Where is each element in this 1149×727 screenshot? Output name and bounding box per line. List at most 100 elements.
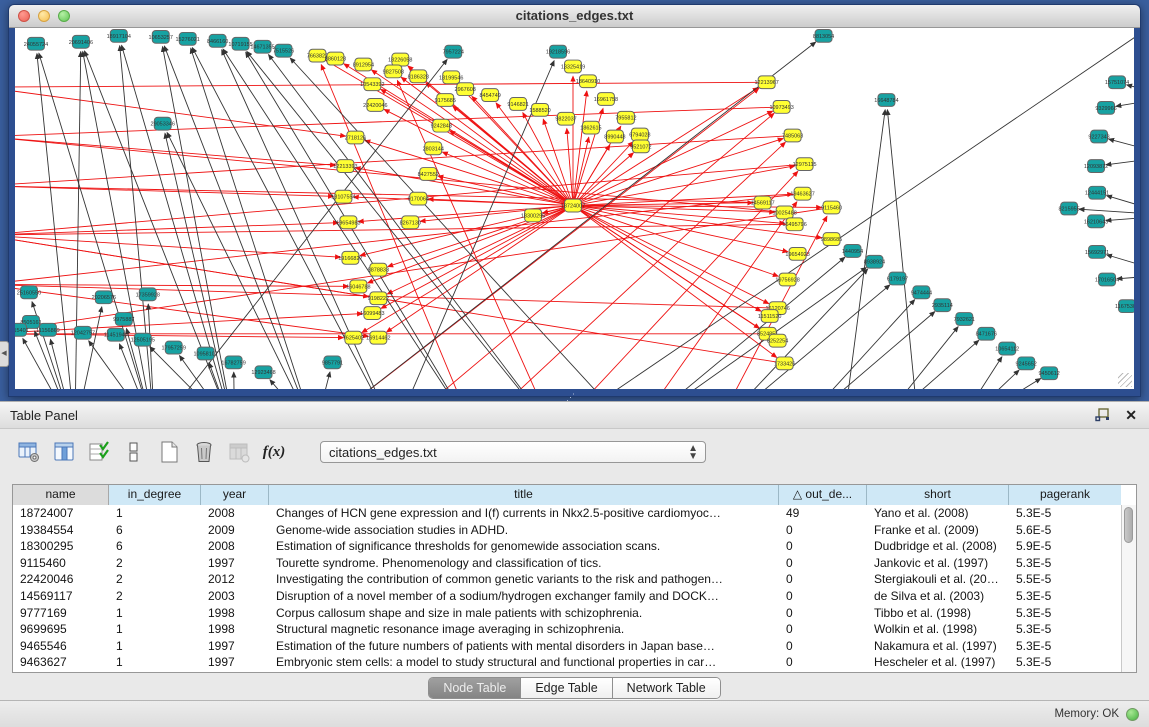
table-cell[interactable]: 1 — [109, 654, 201, 671]
table-row[interactable]: 946554611997Estimation of the future num… — [13, 638, 1121, 655]
delete-table-icon[interactable] — [191, 439, 217, 465]
table-cell[interactable]: 5.6E-5 — [1009, 522, 1121, 539]
graph-node[interactable]: 1733426 — [774, 357, 795, 370]
table-cell[interactable]: 1 — [109, 638, 201, 655]
table-cell[interactable]: 18724007 — [13, 505, 109, 522]
float-panel-icon[interactable] — [1095, 408, 1110, 422]
network-graph[interactable]: 2405572420691406189171041065325715276021… — [15, 28, 1134, 389]
table-cell[interactable]: 9777169 — [13, 605, 109, 622]
tab-edge-table[interactable]: Edge Table — [521, 678, 612, 698]
network-view-window[interactable]: citations_edges.txt 24055724206914061891… — [8, 4, 1141, 397]
graph-node[interactable]: 16046788 — [346, 280, 370, 293]
graph-node[interactable]: 8186328 — [408, 70, 429, 83]
table-cell[interactable]: 2008 — [201, 538, 269, 555]
window-titlebar[interactable]: citations_edges.txt — [9, 5, 1140, 28]
graph-node[interactable]: 18199546 — [439, 71, 463, 84]
panel-collapse-arrow[interactable]: ◀ — [0, 341, 9, 367]
graph-node[interactable]: 20206576 — [92, 291, 116, 304]
network-canvas[interactable]: 2405572420691406189171041065325715276021… — [15, 28, 1134, 389]
new-file-icon[interactable] — [156, 439, 182, 465]
graph-node[interactable]: 15276021 — [176, 32, 200, 45]
graph-node[interactable]: 29053346 — [151, 117, 175, 130]
graph-node[interactable]: 24055724 — [24, 37, 48, 50]
graph-node[interactable]: 17359928 — [136, 288, 160, 301]
table-cell[interactable]: 0 — [779, 571, 867, 588]
table-cell[interactable]: 0 — [779, 654, 867, 671]
column-header-title[interactable]: title — [269, 485, 779, 505]
graph-node[interactable]: 11511520 — [758, 310, 782, 323]
graph-node[interactable]: 8466160 — [207, 34, 228, 47]
table-cell[interactable]: 0 — [779, 538, 867, 555]
graph-node[interactable]: 9175685 — [435, 94, 456, 107]
table-cell[interactable]: Corpus callosum shape and size in male p… — [269, 605, 779, 622]
table-cell[interactable]: 19384554 — [13, 522, 109, 539]
select-rows-icon[interactable] — [86, 439, 112, 465]
graph-node[interactable]: 8471676 — [976, 327, 997, 340]
graph-node[interactable]: 2935114 — [932, 299, 953, 312]
graph-node[interactable]: 18226058 — [388, 53, 412, 66]
table-cell[interactable]: 0 — [779, 555, 867, 572]
table-cell[interactable]: Tibbo et al. (1998) — [867, 605, 1009, 622]
graph-node[interactable]: 10543392 — [360, 78, 384, 91]
table-cell[interactable]: 9115460 — [13, 555, 109, 572]
graph-node[interactable]: 14569117 — [751, 196, 775, 209]
column-header-out_de[interactable]: △ out_de... — [779, 485, 867, 505]
table-cell[interactable]: Hescheler et al. (1997) — [867, 654, 1009, 671]
table-cell[interactable]: 2012 — [201, 571, 269, 588]
graph-node[interactable]: 7932621 — [954, 313, 975, 326]
graph-node[interactable]: 9521072 — [630, 140, 651, 153]
table-selector-dropdown[interactable]: citations_edges.txt ▲▼ — [320, 441, 706, 463]
graph-node[interactable]: 9822037 — [555, 112, 576, 125]
graph-node[interactable]: 6794028 — [629, 128, 650, 141]
table-row[interactable]: 911546021997Tourette syndrome. Phenomeno… — [13, 555, 1121, 572]
table-cell[interactable]: 5.3E-5 — [1009, 605, 1121, 622]
graph-node[interactable]: 8427552 — [418, 168, 439, 181]
graph-node[interactable]: 16782759 — [221, 356, 245, 369]
table-cell[interactable]: 2009 — [201, 522, 269, 539]
column-header-name[interactable]: name — [13, 485, 109, 505]
graph-node[interactable]: 8267130 — [400, 216, 421, 229]
graph-node[interactable]: 18107554 — [331, 190, 355, 203]
graph-node[interactable]: 8860128 — [325, 52, 346, 65]
graph-node[interactable]: 9115460 — [821, 201, 842, 214]
graph-node[interactable]: 9898685 — [821, 233, 842, 246]
table-row[interactable]: 946362711997Embryonic stem cells: a mode… — [13, 654, 1121, 671]
table-cell[interactable]: Franke et al. (2009) — [867, 522, 1009, 539]
graph-node[interactable]: 9827508 — [383, 65, 404, 78]
table-cell[interactable]: de Silva et al. (2003) — [867, 588, 1009, 605]
table-cell[interactable]: Disruption of a novel member of a sodium… — [269, 588, 779, 605]
table-cell[interactable]: 2003 — [201, 588, 269, 605]
graph-node[interactable]: 18300295 — [521, 209, 545, 222]
graph-node[interactable]: 20691406 — [69, 35, 93, 48]
graph-node[interactable]: 22420046 — [363, 99, 387, 112]
table-cell[interactable]: 49 — [779, 505, 867, 522]
table-cell[interactable]: Embryonic stem cells: a model to study s… — [269, 654, 779, 671]
graph-node[interactable]: 7515526 — [273, 44, 294, 57]
graph-node[interactable]: 10654112 — [995, 342, 1019, 355]
graph-node[interactable]: 8912954 — [353, 58, 374, 71]
graph-node[interactable]: 6179197 — [887, 272, 908, 285]
graph-node[interactable]: 16914462 — [366, 331, 390, 344]
graph-node[interactable]: 11451944 — [104, 328, 128, 341]
graph-node[interactable]: 9329966 — [1095, 101, 1116, 114]
graph-node[interactable]: 19166827 — [338, 251, 362, 264]
table-cell[interactable]: 1 — [109, 505, 201, 522]
graph-node[interactable]: 19463627 — [790, 187, 814, 200]
table-cell[interactable]: Investigating the contribution of common… — [269, 571, 779, 588]
column-header-short[interactable]: short — [867, 485, 1009, 505]
graph-node[interactable]: 8215955 — [1058, 202, 1079, 215]
graph-node[interactable]: 9242848 — [431, 119, 452, 132]
graph-node[interactable]: 11156869 — [36, 323, 60, 336]
graph-node[interactable]: 10025488 — [772, 206, 796, 219]
graph-node[interactable]: 8938924 — [864, 255, 885, 268]
graph-node[interactable]: 16099483 — [360, 307, 384, 320]
graph-node[interactable]: 3915401 — [15, 323, 29, 336]
row-options-icon[interactable] — [121, 439, 147, 465]
table-row[interactable]: 1938455462009Genome-wide association stu… — [13, 522, 1121, 539]
graph-node[interactable]: 12213393 — [333, 160, 357, 173]
graph-node[interactable]: 9245652 — [1016, 357, 1037, 370]
graph-node[interactable]: 8454749 — [480, 89, 501, 102]
table-cell[interactable]: 2 — [109, 588, 201, 605]
table-cell[interactable]: 0 — [779, 588, 867, 605]
graph-node[interactable]: 9227343 — [1088, 130, 1109, 143]
